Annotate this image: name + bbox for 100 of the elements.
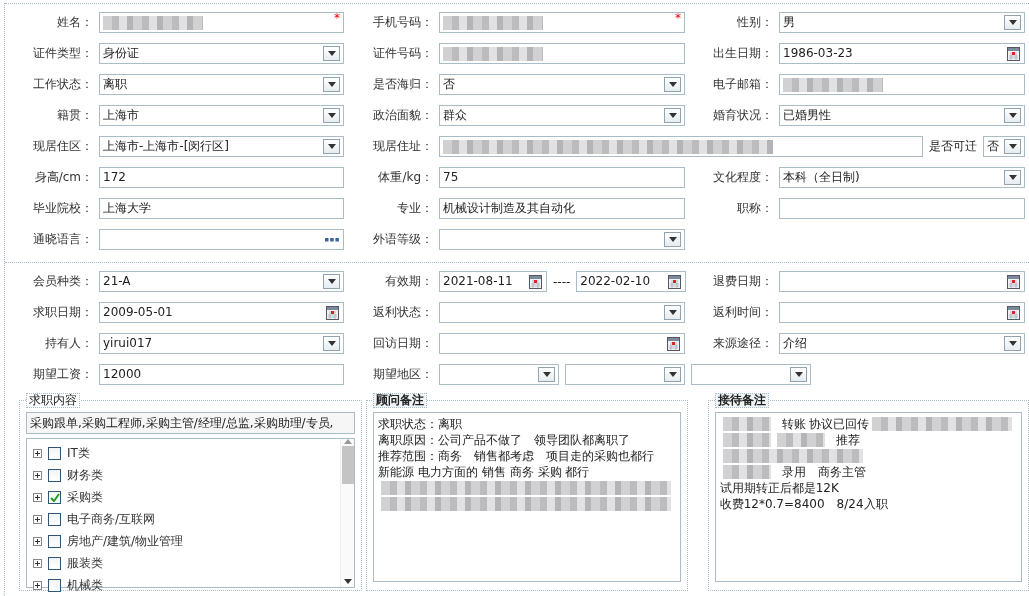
select-field[interactable] [439,364,559,385]
calendar-icon[interactable] [1007,305,1020,320]
field-label: 返利状态： [372,304,433,321]
checkbox[interactable] [48,468,61,482]
select-field[interactable]: 已婚男性 [779,105,1025,126]
select-field[interactable]: 男 [779,12,1025,33]
expand-icon[interactable] [33,514,42,524]
dropdown-button[interactable] [1004,108,1021,123]
caret-icon [668,113,677,118]
dropdown-button[interactable] [1004,139,1021,154]
dropdown-button[interactable] [664,108,681,123]
select-field[interactable] [565,364,685,385]
expand-icon[interactable] [33,558,42,568]
select-field[interactable] [439,229,685,250]
select-field[interactable]: 群众 [439,105,685,126]
checkbox[interactable] [48,534,61,548]
field-label: 文化程度： [712,169,773,186]
dropdown-button[interactable] [323,139,340,154]
tree-item[interactable]: 采购类 [67,488,103,506]
calendar-icon[interactable] [1007,46,1020,61]
dropdown-button[interactable] [664,367,681,382]
text-field[interactable]: * [439,12,685,33]
field-label: 会员种类： [32,273,93,290]
text-field[interactable]: 75 [439,167,685,188]
expand-icon[interactable] [33,580,42,590]
lookup-field[interactable] [99,229,344,250]
scroll-up-icon[interactable] [343,439,352,444]
note-text: 新能源 电力方面的 销售 商务 采购 都行 [378,464,590,480]
text-field[interactable]: 172 [99,167,344,188]
dropdown-button[interactable] [664,77,681,92]
text-field[interactable] [779,74,1025,95]
scrollbar[interactable] [340,439,355,587]
dropdown-button[interactable] [323,274,340,289]
select-field[interactable]: 上海市 [99,105,344,126]
select-field[interactable] [691,364,811,385]
text-field[interactable]: 上海大学 [99,198,344,219]
tree-item[interactable]: 电子商务/互联网 [67,510,156,528]
text-field[interactable] [439,136,923,157]
dropdown-button[interactable] [323,46,340,61]
date-field[interactable]: 2021-08-11 [439,271,547,292]
scroll-thumb[interactable] [341,446,354,484]
caret-icon [327,144,336,149]
date-field[interactable] [779,271,1025,292]
checkbox[interactable] [48,578,61,592]
dropdown-button[interactable] [1004,336,1021,351]
calendar-icon[interactable] [529,274,542,289]
date-field[interactable]: 1986-03-23 [779,43,1025,64]
caret-icon [794,372,803,377]
field-label: 体重/kg： [377,169,433,186]
select-field[interactable]: 否 [439,74,685,95]
dropdown-button[interactable] [323,108,340,123]
expand-icon[interactable] [33,448,42,458]
date-field[interactable]: 2022-02-10 [576,271,687,292]
text-field[interactable]: 机械设计制造及其自动化 [439,198,685,219]
more-icon[interactable] [325,237,339,242]
date-field[interactable] [779,302,1025,323]
calendar-icon[interactable] [1007,274,1020,289]
dropdown-button[interactable] [790,367,807,382]
text-field[interactable] [439,43,685,64]
expand-icon[interactable] [33,536,42,546]
select-field[interactable]: 上海市-上海市-[闵行区] [99,136,344,157]
dropdown-button[interactable] [1004,15,1021,30]
tree-item[interactable]: 房地产/建筑/物业管理 [67,532,184,550]
text-field[interactable] [779,198,1025,219]
field-label: 工作状态： [32,76,93,93]
select-field[interactable]: 否 [983,136,1025,157]
calendar-icon[interactable] [326,305,339,320]
checkbox[interactable] [48,490,61,504]
calendar-icon[interactable] [668,274,682,289]
select-field[interactable] [439,302,685,323]
expand-icon[interactable] [33,470,42,480]
dropdown-button[interactable] [664,232,681,247]
dropdown-button[interactable] [538,367,555,382]
tree-item[interactable]: 财务类 [67,466,103,484]
dropdown-button[interactable] [1004,170,1021,185]
dropdown-button[interactable] [664,305,681,320]
checkbox[interactable] [48,512,61,526]
text-field[interactable]: 12000 [99,364,344,385]
calendar-icon[interactable] [667,336,680,351]
dropdown-button[interactable] [323,77,340,92]
summary-field[interactable]: 采购跟单,采购工程师,采购主管/经理/总监,采购助理/专员, [26,412,356,434]
select-field[interactable]: 21-A [99,271,344,292]
expand-icon[interactable] [33,492,42,502]
notes-field[interactable]: 求职状态：离职 离职原因：公司产品不做了 领导团队都离职了 推荐范围：商务 销售都考虑 项目走的采购也都行 新能源 电力方面的 销售 商务 采购 都行 [373,412,681,582]
select-field[interactable]: yirui017 [99,333,344,354]
notes-field[interactable]: 转账 协议已回传 推荐 录用 商务主管 试用期转正后都是12K 收费12*0.7=8400 8/24入职 [714,412,1022,582]
tree-item[interactable]: 服装类 [67,554,103,572]
date-field[interactable] [439,333,685,354]
select-field[interactable]: 介绍 [779,333,1025,354]
select-field[interactable]: 离职 [99,74,344,95]
scroll-down-icon[interactable] [343,579,352,584]
text-field[interactable]: * [99,12,344,33]
select-field[interactable]: 本科（全日制) [779,167,1025,188]
tree-item[interactable]: 机械类 [67,576,103,594]
tree-item[interactable]: IT类 [67,444,90,462]
select-field[interactable]: 身份证 [99,43,344,64]
checkbox[interactable] [48,446,61,460]
dropdown-button[interactable] [323,336,340,351]
date-field[interactable]: 2009-05-01 [99,302,344,323]
checkbox[interactable] [48,556,61,570]
